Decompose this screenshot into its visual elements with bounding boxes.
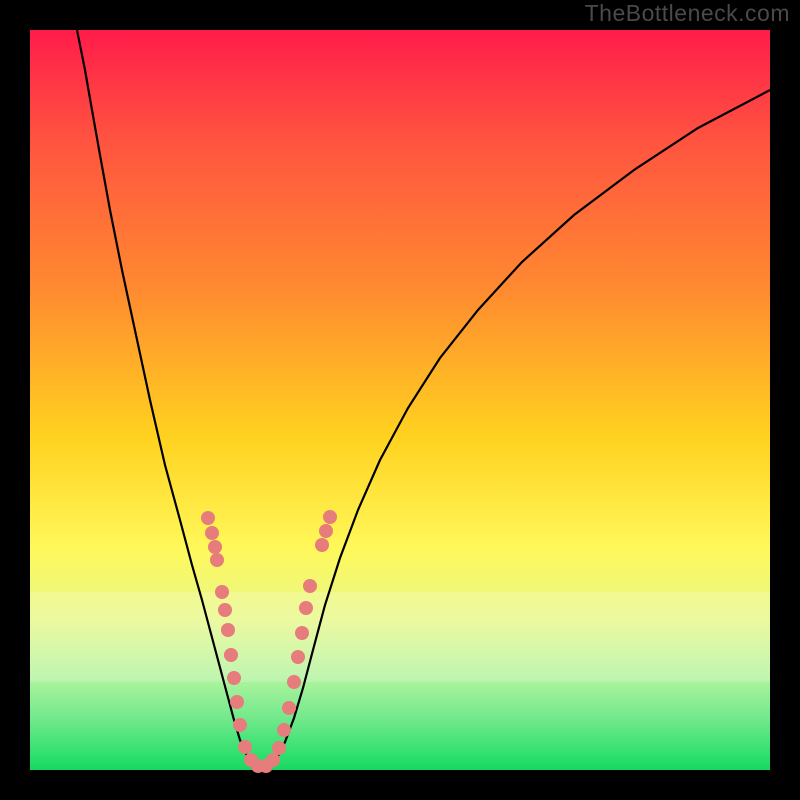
sample-dot bbox=[205, 526, 219, 540]
sample-dot bbox=[287, 675, 301, 689]
sample-dot bbox=[282, 701, 296, 715]
plot-area bbox=[30, 30, 770, 770]
watermark-text: TheBottleneck.com bbox=[585, 0, 790, 27]
sample-dot bbox=[210, 553, 224, 567]
white-band bbox=[30, 610, 770, 628]
sample-dot bbox=[218, 603, 232, 617]
sample-dot bbox=[208, 540, 222, 554]
sample-dot bbox=[230, 695, 244, 709]
white-bands-group bbox=[30, 592, 770, 682]
sample-dot bbox=[315, 538, 329, 552]
white-band bbox=[30, 592, 770, 610]
sample-dot bbox=[224, 648, 238, 662]
sample-dot bbox=[303, 579, 317, 593]
sample-dot bbox=[277, 723, 291, 737]
chart-svg bbox=[30, 30, 770, 770]
sample-dot bbox=[201, 511, 215, 525]
sample-dot bbox=[238, 740, 252, 754]
sample-dot bbox=[323, 510, 337, 524]
white-band bbox=[30, 664, 770, 682]
sample-dot bbox=[299, 601, 313, 615]
sample-dot bbox=[227, 671, 241, 685]
sample-dot bbox=[266, 753, 280, 767]
sample-dot bbox=[319, 524, 333, 538]
white-band bbox=[30, 628, 770, 646]
sample-dot bbox=[272, 741, 286, 755]
sample-dot bbox=[233, 718, 247, 732]
chart-frame: TheBottleneck.com bbox=[0, 0, 800, 800]
sample-dot bbox=[291, 650, 305, 664]
sample-dot bbox=[295, 626, 309, 640]
white-band bbox=[30, 646, 770, 664]
sample-dot bbox=[215, 585, 229, 599]
sample-dot bbox=[221, 623, 235, 637]
